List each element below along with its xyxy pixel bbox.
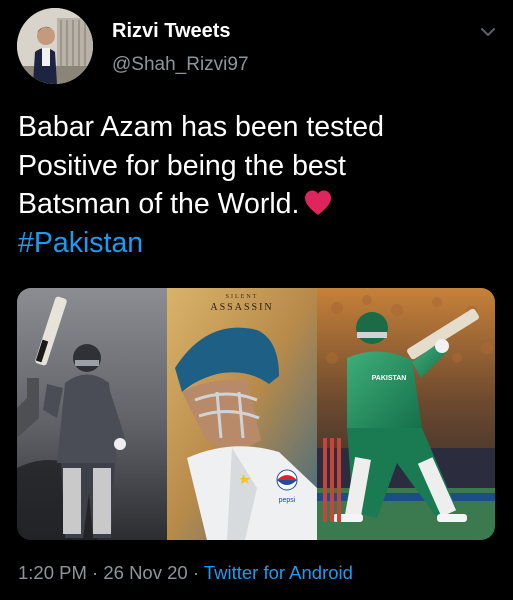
poster-small-title: SILENT — [226, 294, 259, 300]
separator-2: · — [192, 562, 200, 583]
separator-1: · — [92, 562, 99, 583]
tweet-image[interactable]: SILENT ASSASSIN pepsi PAKISTAN — [17, 288, 495, 540]
handle[interactable]: @Shah_Rizvi97 — [112, 54, 249, 76]
tweet-text: Babar Azam has been tested Positive for … — [18, 108, 498, 262]
avatar-image — [17, 8, 93, 84]
poster-title: ASSASSIN — [210, 302, 273, 313]
tweet-line-1: Babar Azam has been tested — [18, 111, 384, 143]
tweet-line-2: Positive for being the best — [18, 149, 346, 182]
tweet: Rizvi Tweets @Shah_Rizvi97 Babar Azam ha… — [0, 0, 513, 600]
hashtag-link[interactable]: #Pakistan — [18, 224, 498, 263]
tweet-date: 26 Nov 20 — [103, 562, 188, 583]
tweet-line-3: Batsman of the World. — [18, 185, 498, 224]
collage-image: SILENT ASSASSIN pepsi PAKISTAN — [17, 288, 495, 540]
display-name[interactable]: Rizvi Tweets — [112, 20, 231, 43]
tweet-line-3-text: Batsman of the World. — [18, 188, 300, 220]
red-heart-icon — [305, 190, 332, 215]
sponsor-text: pepsi — [279, 497, 296, 504]
tweet-metadata: 1:20 PM · 26 Nov 20 · Twitter for Androi… — [18, 562, 353, 584]
tweet-time: 1:20 PM — [18, 562, 87, 583]
chevron-down-icon[interactable] — [478, 22, 498, 42]
avatar[interactable] — [17, 8, 93, 84]
tweet-source-link[interactable]: Twitter for Android — [204, 562, 353, 583]
jersey-text: PAKISTAN — [372, 375, 407, 382]
